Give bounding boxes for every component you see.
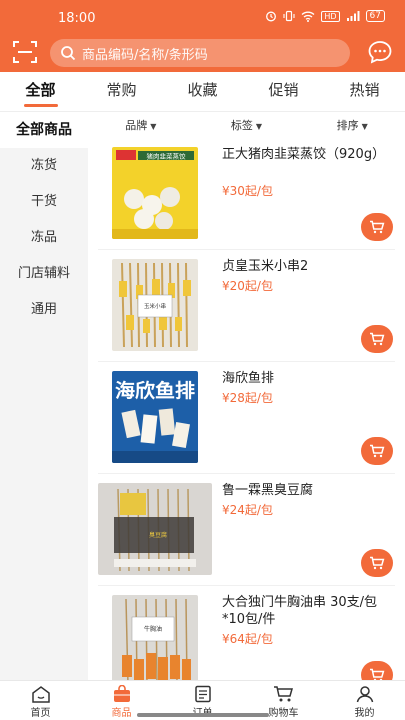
nav-profile[interactable]: 我的 <box>324 681 405 720</box>
tab-all[interactable]: 全部 <box>0 72 81 111</box>
sort-filter[interactable]: 排序 ▼ <box>299 117 405 133</box>
nav-cart-label: 购物车 <box>268 708 299 719</box>
sort-filter-label: 排序 <box>336 119 359 132</box>
home-indicator <box>137 713 269 717</box>
product-card[interactable]: 玉米小串 贞皇玉米小串2 ¥20起/包 <box>98 250 395 362</box>
product-image-text: 猪肉韭菜蒸饺 <box>147 152 187 161</box>
sidebar-item-frozen-products[interactable]: 冻品 <box>0 220 88 256</box>
product-name: 海欣鱼排 <box>222 371 275 386</box>
sidebar-item-store-supplies[interactable]: 门店辅料 <box>0 256 88 292</box>
tab-promotion[interactable]: 促销 <box>243 72 324 111</box>
add-to-cart-button[interactable] <box>361 661 393 680</box>
search-placeholder: 商品编码/名称/条形码 <box>82 47 208 63</box>
add-to-cart-button[interactable] <box>361 325 393 353</box>
user-icon <box>356 686 373 703</box>
brand-filter-label: 品牌 <box>125 119 148 132</box>
tag-filter-label: 标签 <box>230 119 253 132</box>
caret-down-icon: ▼ <box>255 122 263 131</box>
home-icon <box>31 686 50 703</box>
product-image-corn-skewers: 玉米小串 <box>112 259 198 351</box>
sidebar-item-all[interactable]: 全部商品 <box>0 112 88 148</box>
tag-filter[interactable]: 标签 ▼ <box>194 117 300 133</box>
scan-icon <box>13 41 37 63</box>
caret-down-icon: ▼ <box>150 122 157 131</box>
tab-frequent[interactable]: 常购 <box>81 72 162 111</box>
order-icon <box>194 685 211 703</box>
search-icon <box>61 46 76 61</box>
app-header-bar: 18:00 HD 67 商品编码/名称/条形码 <box>0 0 405 72</box>
product-card[interactable]: 牛胸油 大合独门牛胸油串 30支/包*10包/件 ¥64起/包 <box>98 586 395 680</box>
cart-icon <box>370 668 385 680</box>
category-sidebar: 全部商品 冻货 干货 冻品 门店辅料 通用 <box>0 112 88 680</box>
nav-home-label: 首页 <box>30 708 51 719</box>
product-name: 大合独门牛胸油串 30支/包*10包/件 <box>222 595 378 627</box>
nav-products-label: 商品 <box>111 708 132 719</box>
brand-filter[interactable]: 品牌 ▼ <box>88 117 194 133</box>
product-card[interactable]: 臭豆腐 鲁一霖黑臭豆腐 ¥24起/包 <box>98 474 395 586</box>
product-image-text: 臭豆腐 <box>149 531 167 539</box>
tab-hot[interactable]: 热销 <box>324 72 405 111</box>
tab-favorites[interactable]: 收藏 <box>162 72 243 111</box>
product-image-stinky-tofu: 臭豆腐 <box>98 483 212 575</box>
battery-indicator: 67 <box>365 10 385 22</box>
product-name: 鲁一霖黑臭豆腐 <box>222 483 314 498</box>
status-icons: HD 67 <box>265 10 385 22</box>
signal-icon <box>346 11 360 21</box>
scan-button[interactable] <box>12 39 38 65</box>
alarm-icon <box>266 11 277 22</box>
product-card[interactable]: 猪肉韭菜蒸饺 正大猪肉韭菜蒸饺（920g） ¥30起/包 <box>98 138 395 250</box>
cart-icon <box>370 444 385 458</box>
vibrate-icon <box>283 10 295 22</box>
product-image-text: 玉米小串 <box>144 302 166 310</box>
cart-icon <box>370 220 385 234</box>
filter-bar: 品牌 ▼ 标签 ▼ 排序 ▼ <box>88 112 405 138</box>
product-list-panel: 品牌 ▼ 标签 ▼ 排序 ▼ 猪肉韭菜蒸饺 正大猪肉韭菜蒸饺（920g） ¥30起/包 <box>88 112 405 680</box>
category-tabs: 全部 常购 收藏 促销 热销 <box>0 72 405 112</box>
nav-home[interactable]: 首页 <box>0 681 81 720</box>
network-badge: HD <box>321 10 340 22</box>
search-header: 商品编码/名称/条形码 <box>0 34 405 72</box>
add-to-cart-button[interactable] <box>361 437 393 465</box>
product-price: ¥24起/包 <box>222 503 273 517</box>
product-image-text: 牛胸油 <box>144 625 162 633</box>
status-bar: 18:00 HD 67 <box>0 0 405 34</box>
product-price: ¥30起/包 <box>222 184 273 198</box>
product-image-dumplings: 猪肉韭菜蒸饺 <box>112 147 198 239</box>
product-price: ¥28起/包 <box>222 391 273 405</box>
product-image-text: 海欣鱼排 <box>115 379 195 402</box>
product-name: 贞皇玉米小串2 <box>222 259 309 274</box>
cart-icon <box>273 686 293 702</box>
product-price: ¥20起/包 <box>222 279 273 293</box>
product-card[interactable]: 海欣鱼排 海欣鱼排 ¥28起/包 <box>98 362 395 474</box>
cart-icon <box>370 556 385 570</box>
status-time: 18:00 <box>58 11 96 26</box>
wifi-icon <box>301 11 315 22</box>
sidebar-item-general[interactable]: 通用 <box>0 292 88 328</box>
product-name: 正大猪肉韭菜蒸饺（920g） <box>222 147 386 162</box>
product-image-fish-fillet: 海欣鱼排 <box>112 371 198 463</box>
message-button[interactable] <box>366 38 394 66</box>
nav-profile-label: 我的 <box>354 708 375 719</box>
product-image-beef-skewers: 牛胸油 <box>112 595 198 680</box>
bag-icon <box>113 685 130 702</box>
add-to-cart-button[interactable] <box>361 213 393 241</box>
chat-icon <box>368 41 392 64</box>
sidebar-item-dry-goods[interactable]: 干货 <box>0 184 88 220</box>
cart-icon <box>370 332 385 346</box>
search-input[interactable]: 商品编码/名称/条形码 <box>50 39 350 67</box>
sidebar-item-frozen-goods[interactable]: 冻货 <box>0 148 88 184</box>
product-price: ¥64起/包 <box>222 632 273 646</box>
add-to-cart-button[interactable] <box>361 549 393 577</box>
caret-down-icon: ▼ <box>361 122 368 131</box>
